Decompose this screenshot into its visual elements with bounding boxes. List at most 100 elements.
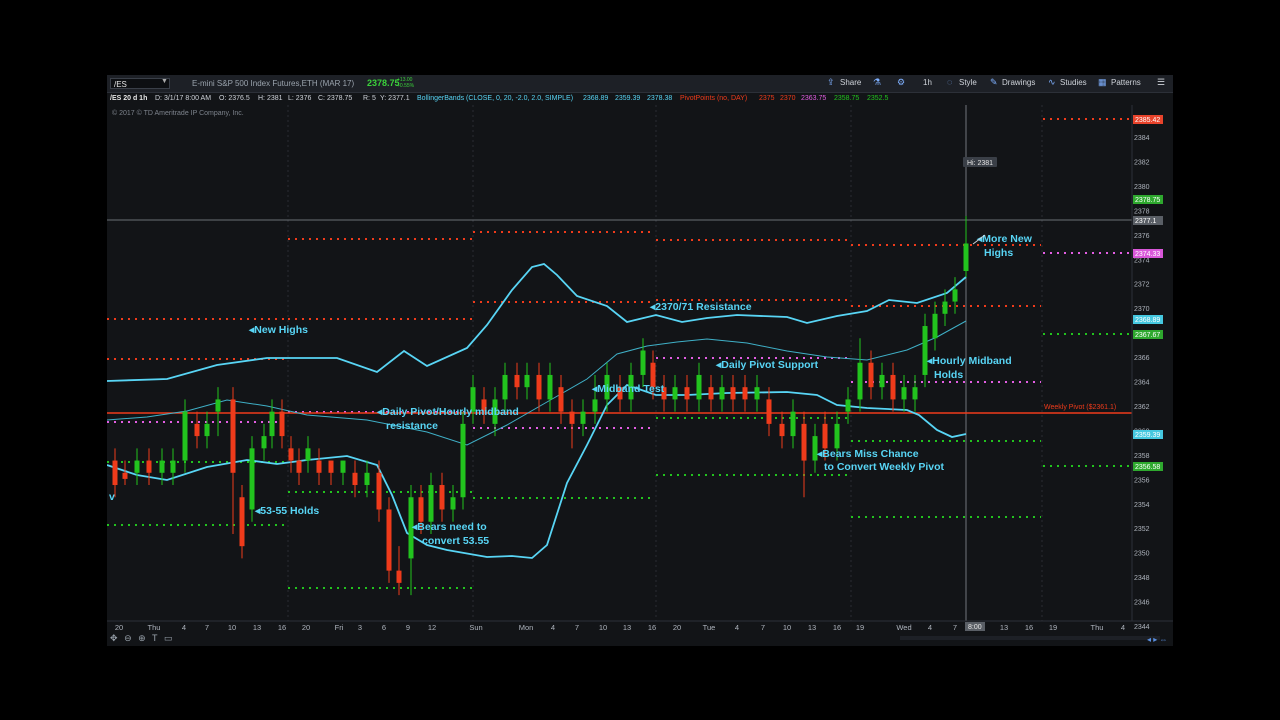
time-tick: 13 [808,623,816,632]
candle-body [901,387,907,400]
hi-label: Hi: 2381 [967,160,993,167]
candle-body [942,301,948,314]
time-tick: 20 [115,623,123,632]
candle-body [364,472,370,486]
candle-body [822,423,828,449]
annotation-hourly-midband: ◂Hourly Midband [926,355,1012,367]
time-tick: 7 [953,623,957,632]
price-axis-bg [1132,105,1173,621]
price-bubble-label: 2385.42 [1135,117,1160,124]
bollinger-bands [107,263,967,559]
time-tick: 7 [575,623,579,632]
price-tick: 2372 [1134,282,1150,289]
zoom-box-icon[interactable]: ▭ [164,633,173,643]
pan-icon[interactable]: ✥ [110,633,118,643]
candle-body [269,411,275,437]
time-tick: 7 [761,623,765,632]
time-tick: Thu [148,623,161,632]
time-tick: 10 [599,623,607,632]
candle-body [730,387,736,400]
candle-body [112,460,118,486]
price-bubble-label: 2374.33 [1135,251,1160,258]
time-tick: 4 [735,623,739,632]
price-tick: 2362 [1134,404,1150,411]
chart-window: /ES ▼ E-mini S&P 500 Index Futures,ETH (… [107,75,1173,646]
candle-body [845,399,851,412]
candle-body [170,460,176,473]
candle-body [296,460,302,473]
time-tick: 19 [1049,623,1057,632]
annotation-midband-test: ◂Midband Test [591,383,665,395]
candle-body [146,460,152,473]
price-tick: 2356 [1134,477,1150,484]
candle-body [754,387,760,400]
horizontal-scrollbar[interactable] [900,636,1160,640]
price-bubble-label: 2377.1 [1135,218,1157,225]
candle-body [640,350,646,375]
candle-body [305,448,311,461]
time-tick: 7 [205,623,209,632]
candle-body [159,460,165,473]
price-tick: 2348 [1134,575,1150,582]
price-bubble-label: 2378.75 [1135,197,1160,204]
annotation-bears-need: ◂Bears need to [411,521,487,533]
zoom-toolbar: ✥ ⊖ ⊕ T ▭ [110,633,177,644]
time-tick: 16 [833,623,841,632]
candle-body [182,411,188,461]
time-tick: 10 [783,623,791,632]
candle-body [912,387,918,400]
time-tick: 16 [1025,623,1033,632]
candle-body [524,374,530,388]
scroll-arrows-icon[interactable]: ◂ ▸ ⇔ [1147,635,1167,644]
candle-body [279,411,285,437]
candle-body [834,423,840,449]
candle-body [288,448,294,461]
candle-body [396,570,402,583]
time-tick: 16 [648,623,656,632]
time-tick: 19 [856,623,864,632]
candle-body [502,374,508,400]
candle-body [316,460,322,473]
candle-body [696,374,702,400]
zoom-out-icon[interactable]: ⊖ [124,633,132,643]
candle-body [719,387,725,400]
candle-body [239,497,245,547]
time-tick: 6 [382,623,386,632]
price-tick: 2380 [1134,184,1150,191]
time-tick: 10 [228,623,236,632]
annotation-new-highs: ◂New Highs [248,324,308,336]
price-chart[interactable]: Weekly Pivot ($2361.1) Hi: 2381 ◂New Hig… [107,75,1173,646]
candle-body [328,460,334,473]
time-tick: 12 [428,623,436,632]
price-tick: 2358 [1134,453,1150,460]
candle-body [376,472,382,510]
candle-body [215,399,221,412]
candle-body [868,362,874,388]
candle-body [340,460,346,473]
candle-body [386,509,392,571]
time-tick: 13 [1000,623,1008,632]
candle-body [122,472,128,479]
candle-body [450,497,456,510]
candle-body [592,399,598,412]
annotation-bears-miss: ◂Bears Miss Chance [816,448,919,460]
price-bubble-label: 2359.39 [1135,432,1160,439]
annotation-more-new-2: Highs [984,247,1013,259]
candle-body [890,374,896,400]
annotation-daily-pivot-support: ◂Daily Pivot Support [715,359,819,371]
annotation-left-v: v [109,491,115,503]
text-tool-icon[interactable]: T [152,633,158,643]
price-tick: 2370 [1134,306,1150,313]
price-tick: 2366 [1134,355,1150,362]
time-tick: Tue [703,623,716,632]
candle-body [742,387,748,400]
time-tick: 4 [1121,623,1125,632]
candle-body [569,411,575,424]
zoom-in-icon[interactable]: ⊕ [138,633,146,643]
candle-body [249,448,255,510]
time-tick: Mon [519,623,534,632]
time-tick: 4 [551,623,555,632]
candle-body [460,423,466,498]
candle-body [547,374,553,400]
annotation-hourly-midband-2: Holds [934,369,963,381]
